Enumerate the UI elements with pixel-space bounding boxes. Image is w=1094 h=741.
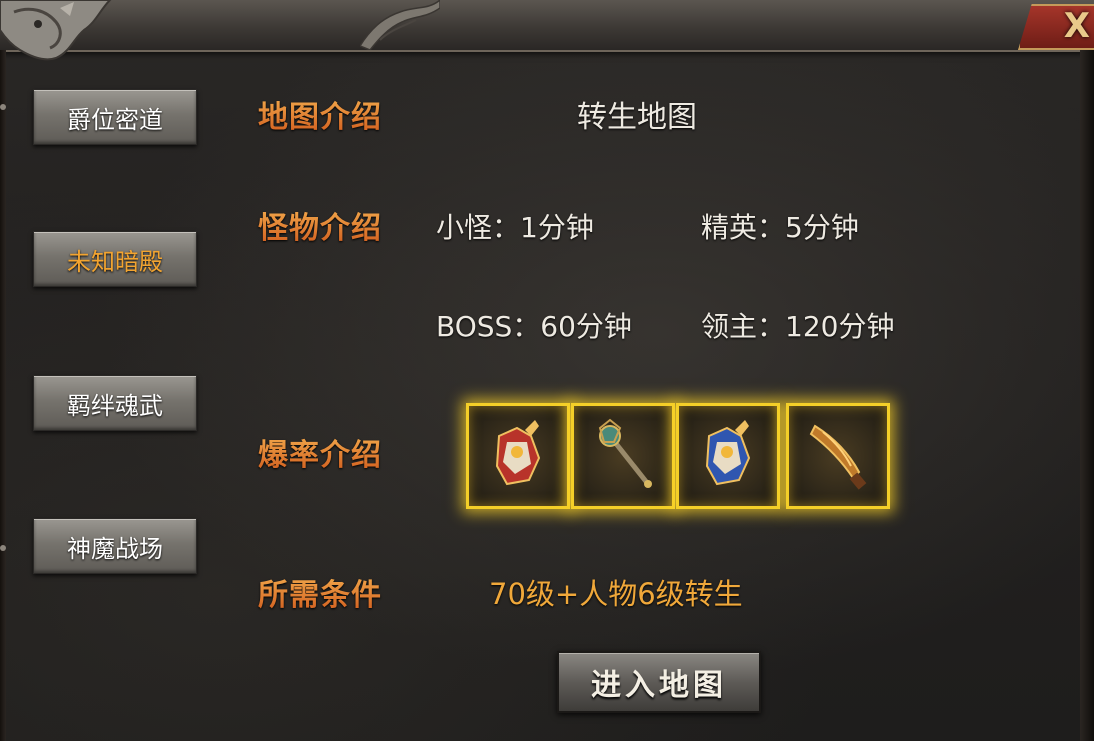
drop-item-slot[interactable]: [676, 403, 780, 509]
blade-weapon-icon: [809, 424, 867, 490]
blue-armor-icon: [705, 420, 751, 486]
monster-minion-time: 小怪：1分钟: [436, 211, 594, 244]
title-bar: [0, 0, 1094, 52]
tab-jibanhunwu[interactable]: 羁绊魂武: [33, 375, 197, 431]
tab-weizhianjian[interactable]: 未知暗殿: [33, 231, 197, 287]
staff-weapon-icon: [598, 418, 652, 488]
drop-item-slot[interactable]: [466, 403, 570, 509]
requirement-label: 所需条件: [258, 570, 382, 614]
monster-intro-label: 怪物介绍: [258, 203, 382, 247]
ornament-swirl-icon: [360, 0, 440, 50]
map-intro-value: 转生地图: [577, 100, 697, 135]
enter-map-button[interactable]: 进入地图: [557, 651, 761, 713]
edge-rivet-icon: [0, 545, 6, 551]
edge-rivet-icon: [0, 104, 6, 110]
requirement-value: 70级+人物6级转生: [489, 577, 743, 611]
dragon-ornament-icon: [0, 0, 112, 61]
monster-lord-time: 领主：120分钟: [701, 310, 895, 343]
left-border: [0, 50, 6, 741]
right-border: [1080, 50, 1094, 741]
drop-item-slot[interactable]: [786, 403, 890, 509]
tab-shenmozhanchang[interactable]: 神魔战场: [33, 518, 197, 574]
monster-boss-time: BOSS：60分钟: [436, 310, 632, 343]
drop-item-slot[interactable]: [571, 403, 675, 509]
monster-elite-time: 精英：5分钟: [701, 211, 859, 244]
drop-intro-label: 爆率介绍: [258, 430, 382, 474]
red-armor-icon: [495, 420, 541, 486]
close-icon: X: [1063, 6, 1090, 46]
tab-jueweimidao[interactable]: 爵位密道: [33, 89, 197, 145]
map-intro-label: 地图介绍: [258, 92, 382, 136]
